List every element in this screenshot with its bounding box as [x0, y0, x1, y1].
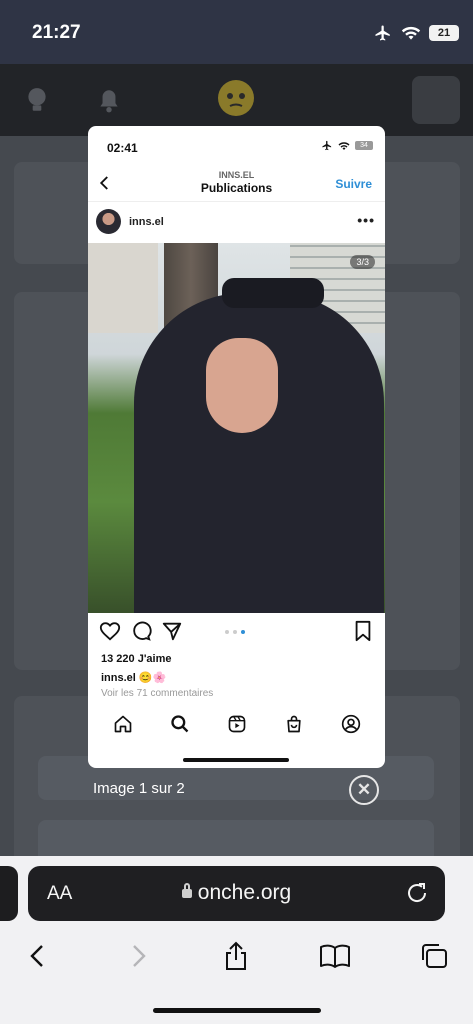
- status-time: 21:27: [32, 22, 81, 43]
- wifi-icon: [338, 141, 350, 150]
- address-bar[interactable]: AA onche.org: [28, 866, 445, 921]
- emoji-face-icon: [218, 80, 254, 116]
- post-caption: inns.el 😊🌸: [101, 671, 166, 684]
- chevron-right-icon: [133, 945, 146, 967]
- post-photo: 3/3: [88, 243, 385, 613]
- likes-count: 13 220 J'aime: [101, 653, 172, 665]
- share-icon[interactable]: [161, 620, 183, 642]
- caption-username[interactable]: inns.el: [101, 672, 136, 684]
- bell-icon: [100, 90, 118, 113]
- carousel-dots: [225, 630, 245, 634]
- ig-post-header: inns.el •••: [88, 206, 385, 242]
- forward-button[interactable]: [118, 936, 158, 976]
- ig-status-icons: 34: [321, 140, 373, 151]
- battery-indicator: 21: [429, 25, 459, 41]
- book-icon: [320, 944, 350, 968]
- lightbulb-icon: [28, 88, 46, 111]
- search-icon[interactable]: [170, 714, 190, 734]
- reload-icon[interactable]: [405, 881, 429, 905]
- tabs-button[interactable]: [414, 936, 454, 976]
- ig-battery: 34: [355, 141, 373, 150]
- tabs-icon: [422, 944, 447, 968]
- follow-button[interactable]: Suivre: [335, 177, 372, 191]
- heart-icon[interactable]: [99, 620, 121, 642]
- bookmark-icon[interactable]: [353, 620, 373, 642]
- share-button[interactable]: [216, 936, 256, 976]
- avatar[interactable]: [96, 209, 121, 234]
- home-indicator: [153, 1008, 321, 1013]
- home-icon[interactable]: [113, 714, 133, 734]
- safari-nav-toolbar: [0, 936, 473, 986]
- caption-text: 😊🌸: [138, 672, 167, 684]
- avatar-icon: [412, 76, 460, 124]
- url-text[interactable]: onche.org: [28, 881, 445, 905]
- url-domain: onche.org: [197, 881, 292, 904]
- ig-status-time: 02:41: [107, 141, 138, 155]
- previous-tab-peek[interactable]: [0, 866, 18, 921]
- view-comments-link[interactable]: Voir les 71 commentaires: [101, 688, 213, 699]
- close-viewer-button[interactable]: ✕: [349, 775, 379, 805]
- ig-nav-bar: INNS.EL Publications Suivre: [88, 166, 385, 202]
- back-button[interactable]: [18, 936, 58, 976]
- instagram-screenshot: 02:41 34 INNS.EL Publications Suivre inn…: [88, 126, 385, 768]
- status-icons: 21: [373, 24, 459, 42]
- airplane-icon: [322, 140, 332, 151]
- airplane-icon: [375, 25, 390, 41]
- photo-sunglasses: [222, 278, 324, 308]
- ig-tab-bar: [88, 704, 385, 744]
- profile-icon[interactable]: [341, 714, 361, 734]
- comment-icon[interactable]: [130, 620, 152, 642]
- status-bar: 21:27 21: [0, 0, 473, 64]
- ig-status-bar: 02:41 34: [88, 126, 385, 166]
- bookmarks-button[interactable]: [315, 936, 355, 976]
- share-icon: [226, 941, 246, 970]
- ig-post-actions: [88, 620, 385, 646]
- ig-home-indicator: [183, 758, 289, 762]
- post-username[interactable]: inns.el: [129, 216, 164, 228]
- lock-icon: [181, 883, 192, 898]
- wifi-icon: [401, 26, 421, 40]
- photo-building-left: [88, 243, 158, 333]
- reels-icon[interactable]: [227, 714, 247, 734]
- chevron-left-icon: [30, 945, 43, 967]
- shop-icon[interactable]: [284, 714, 304, 734]
- more-options-icon[interactable]: •••: [357, 212, 375, 228]
- photo-face: [206, 338, 278, 433]
- image-counter: 3/3: [350, 255, 375, 269]
- image-viewer-caption: Image 1 sur 2: [93, 780, 185, 797]
- safari-toolbar: AA onche.org: [0, 856, 473, 1024]
